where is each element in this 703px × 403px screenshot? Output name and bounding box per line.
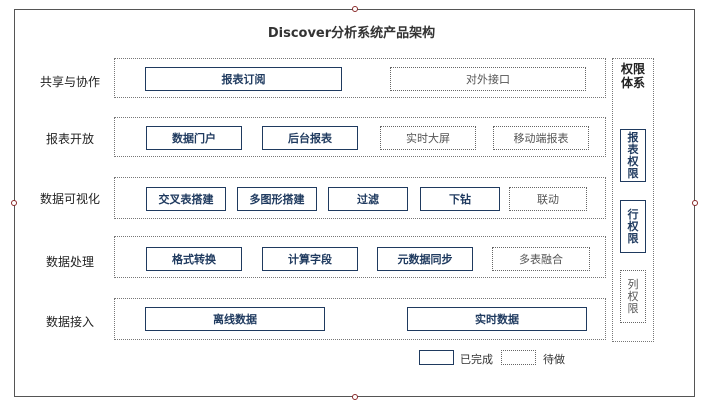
module-box[interactable]: 多表融合	[492, 247, 590, 271]
resize-handle-top[interactable]	[352, 6, 358, 12]
module-box[interactable]: 数据门户	[146, 126, 242, 150]
module-box[interactable]: 联动	[509, 187, 587, 211]
module-box[interactable]: 格式转换	[146, 247, 242, 271]
module-box[interactable]: 下钻	[420, 187, 500, 211]
module-box[interactable]: 交叉表搭建	[146, 187, 226, 211]
legend-todo-swatch	[501, 350, 536, 365]
module-box[interactable]: 实时大屏	[380, 126, 476, 150]
module-box[interactable]: 报表订阅	[145, 67, 342, 91]
diagram-title: Discover分析系统产品架构	[267, 26, 436, 41]
row-label-reporting: 报表开放	[45, 132, 94, 146]
legend-done-label: 已完成	[460, 353, 493, 366]
resize-handle-right[interactable]	[692, 200, 698, 206]
row-label-processing: 数据处理	[45, 255, 94, 269]
row-label-visualization: 数据可视化	[39, 192, 100, 206]
module-box[interactable]: 实时数据	[407, 307, 587, 331]
module-box[interactable]: 过滤	[328, 187, 408, 211]
permission-title: 权限体系	[612, 62, 654, 90]
legend-done-swatch	[419, 350, 454, 365]
row-label-ingestion: 数据接入	[45, 315, 94, 329]
permission-box[interactable]: 列权限	[620, 270, 646, 323]
row-label-sharing: 共享与协作	[39, 75, 100, 89]
module-box[interactable]: 多图形搭建	[237, 187, 317, 211]
permission-box[interactable]: 报表权限	[620, 129, 646, 182]
resize-handle-bottom[interactable]	[352, 394, 358, 400]
module-box[interactable]: 后台报表	[262, 126, 358, 150]
permission-title-text: 权限体系	[620, 62, 645, 90]
module-box[interactable]: 元数据同步	[377, 247, 473, 271]
permission-box[interactable]: 行权限	[620, 200, 646, 253]
module-box[interactable]: 对外接口	[390, 67, 586, 91]
resize-handle-left[interactable]	[11, 200, 17, 206]
legend-todo-label: 待做	[543, 353, 565, 366]
module-box[interactable]: 计算字段	[262, 247, 358, 271]
module-box[interactable]: 离线数据	[145, 307, 325, 331]
module-box[interactable]: 移动端报表	[493, 126, 589, 150]
